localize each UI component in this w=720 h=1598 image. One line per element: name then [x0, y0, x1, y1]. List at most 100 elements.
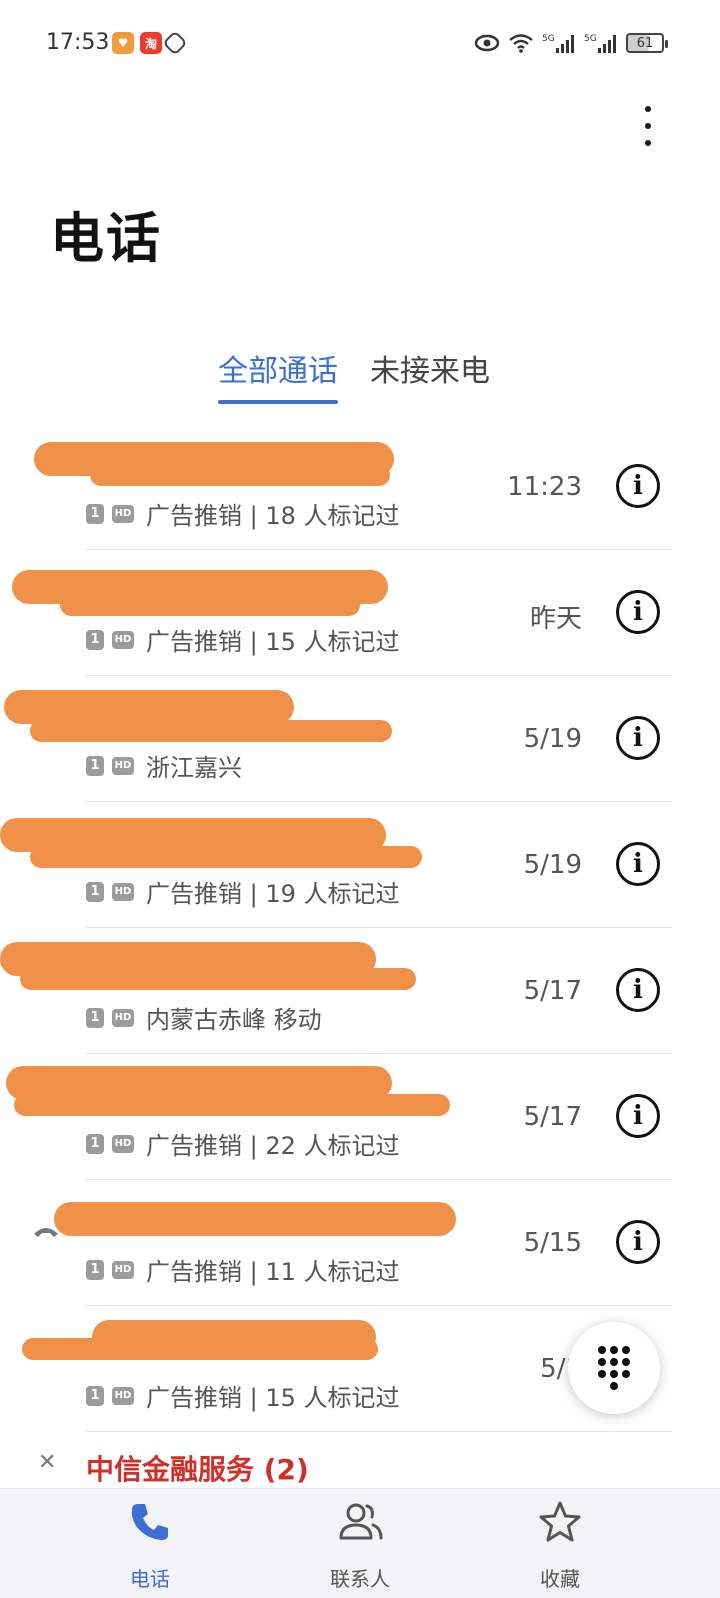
wifi-icon: [509, 34, 533, 53]
nav-phone-label: 电话: [130, 1567, 170, 1591]
battery-icon: 61: [626, 33, 668, 53]
hd-badge: HD: [112, 1134, 134, 1153]
info-icon[interactable]: i: [616, 1220, 660, 1264]
call-subtitle: 1 HD 内蒙古赤峰 移动: [86, 1000, 322, 1035]
contacts-icon: [335, 1497, 385, 1547]
call-time: 5/17: [523, 976, 582, 1006]
redaction-scribble: [90, 464, 390, 486]
call-log-row[interactable]: 1 HD 广告推销 | 15 人标记过 昨天 i: [0, 550, 720, 676]
svg-text:5G: 5G: [584, 34, 597, 44]
redaction-scribble: [30, 846, 422, 868]
call-subtitle-text: 广告推销 | 15 人标记过: [146, 1384, 400, 1412]
info-icon[interactable]: i: [616, 842, 660, 886]
call-time: 昨天: [529, 604, 582, 634]
nav-contacts[interactable]: 联系人: [290, 1497, 430, 1597]
redaction-scribble: [54, 1202, 456, 1236]
call-log-row[interactable]: 1 HD 广告推销 | 11 人标记过 5/15 i: [0, 1180, 720, 1306]
redaction-scribble: [4, 690, 294, 724]
redaction-scribble: [14, 1094, 450, 1116]
signal-5g-icon: 5G: [584, 34, 616, 53]
dialpad-dot: [598, 1358, 606, 1366]
sim-badge: 1: [86, 1385, 104, 1406]
call-subtitle-text: 广告推销 | 11 人标记过: [146, 1258, 400, 1286]
tab-missed-calls[interactable]: 未接来电: [370, 348, 490, 408]
status-icons: 5G 5G 61: [474, 30, 668, 56]
nav-contacts-label: 联系人: [330, 1567, 390, 1591]
info-icon[interactable]: i: [616, 464, 660, 508]
more-vertical-icon[interactable]: [628, 104, 668, 148]
call-time: 5/17: [523, 1102, 582, 1132]
call-subtitle: 1 HD 广告推销 | 18 人标记过: [86, 496, 400, 531]
sim-badge: 1: [86, 1133, 104, 1154]
battery-level: 61: [636, 35, 654, 51]
call-subtitle: 1 HD 广告推销 | 15 人标记过: [86, 622, 400, 657]
call-subtitle: 1 HD 广告推销 | 19 人标记过: [86, 874, 400, 909]
redaction-scribble: [20, 968, 416, 990]
call-subtitle-text: 内蒙古赤峰 移动: [146, 1006, 322, 1034]
dialpad-dot: [622, 1370, 630, 1378]
dialpad-dot: [622, 1358, 630, 1366]
notification-app-icon: ♥: [112, 32, 134, 54]
bottom-navigation: 电话 联系人 收藏: [0, 1488, 720, 1598]
call-time: 5/15: [523, 1228, 582, 1258]
eye-icon: [474, 34, 500, 52]
svg-text:5G: 5G: [542, 34, 555, 44]
call-subtitle-text: 广告推销 | 18 人标记过: [146, 502, 400, 530]
call-subtitle-text: 浙江嘉兴: [146, 754, 242, 782]
call-group-row[interactable]: ✕ 中信金融服务 (2): [0, 1432, 720, 1492]
info-icon[interactable]: i: [616, 968, 660, 1012]
dialpad-button[interactable]: [568, 1322, 660, 1414]
info-icon[interactable]: i: [616, 590, 660, 634]
dialpad-dot: [610, 1346, 618, 1354]
dialpad-dot: [598, 1346, 606, 1354]
signal-5g-icon: 5G: [542, 34, 574, 53]
nav-favorites[interactable]: 收藏: [490, 1497, 630, 1597]
notification-hand-icon: [162, 30, 188, 56]
nav-phone[interactable]: 电话: [80, 1497, 220, 1597]
call-time: 5/19: [523, 850, 582, 880]
hd-badge: HD: [112, 756, 134, 775]
sim-badge: 1: [86, 629, 104, 650]
call-subtitle: 1 HD 广告推销 | 15 人标记过: [86, 1378, 400, 1413]
status-bar: 17:53 ♥ 淘 5G 5G 61: [0, 0, 720, 88]
call-subtitle: 1 HD 浙江嘉兴: [86, 748, 242, 783]
hd-badge: HD: [112, 504, 134, 523]
sim-badge: 1: [86, 1259, 104, 1280]
sim-badge: 1: [86, 881, 104, 902]
hd-badge: HD: [112, 1260, 134, 1279]
tab-all-calls[interactable]: 全部通话: [218, 348, 338, 408]
dialpad-dot: [622, 1346, 630, 1354]
info-icon[interactable]: i: [616, 716, 660, 760]
call-log-row[interactable]: 1 HD 广告推销 | 18 人标记过 11:23 i: [0, 424, 720, 550]
info-icon[interactable]: i: [616, 1094, 660, 1138]
dialpad-dot: [598, 1370, 606, 1378]
dialpad-dot: [610, 1358, 618, 1366]
call-log-row[interactable]: 1 HD 广告推销 | 22 人标记过 5/17 i: [0, 1054, 720, 1180]
call-subtitle-text: 广告推销 | 19 人标记过: [146, 880, 400, 908]
redaction-scribble: [22, 1338, 378, 1360]
hd-badge: HD: [112, 1008, 134, 1027]
hd-badge: HD: [112, 1386, 134, 1405]
tab-bar: 全部通话 未接来电: [0, 348, 720, 408]
hd-badge: HD: [112, 630, 134, 649]
sim-badge: 1: [86, 1007, 104, 1028]
call-log-row[interactable]: 1 HD 浙江嘉兴 5/19 i: [0, 676, 720, 802]
star-icon: [535, 1497, 585, 1547]
call-time: 11:23: [507, 472, 582, 502]
nav-favorites-label: 收藏: [540, 1567, 580, 1591]
call-log-row[interactable]: 1 HD 内蒙古赤峰 移动 5/17 i: [0, 928, 720, 1054]
call-subtitle-text: 广告推销 | 22 人标记过: [146, 1132, 400, 1160]
dialpad-dot: [610, 1370, 618, 1378]
page-title: 电话: [50, 207, 162, 270]
dialpad-dot: [610, 1382, 618, 1390]
redaction-scribble: [30, 720, 392, 742]
phone-icon: [125, 1497, 175, 1547]
call-subtitle-text: 广告推销 | 15 人标记过: [146, 628, 400, 656]
call-time: 5/19: [523, 724, 582, 754]
call-log-row[interactable]: 1 HD 广告推销 | 19 人标记过 5/19 i: [0, 802, 720, 928]
redaction-scribble: [60, 594, 360, 616]
status-time: 17:53: [46, 30, 110, 55]
sim-badge: 1: [86, 503, 104, 524]
call-group-header: ✕ 中信金融服务 (2): [0, 1432, 720, 1488]
close-icon[interactable]: ✕: [38, 1450, 56, 1475]
